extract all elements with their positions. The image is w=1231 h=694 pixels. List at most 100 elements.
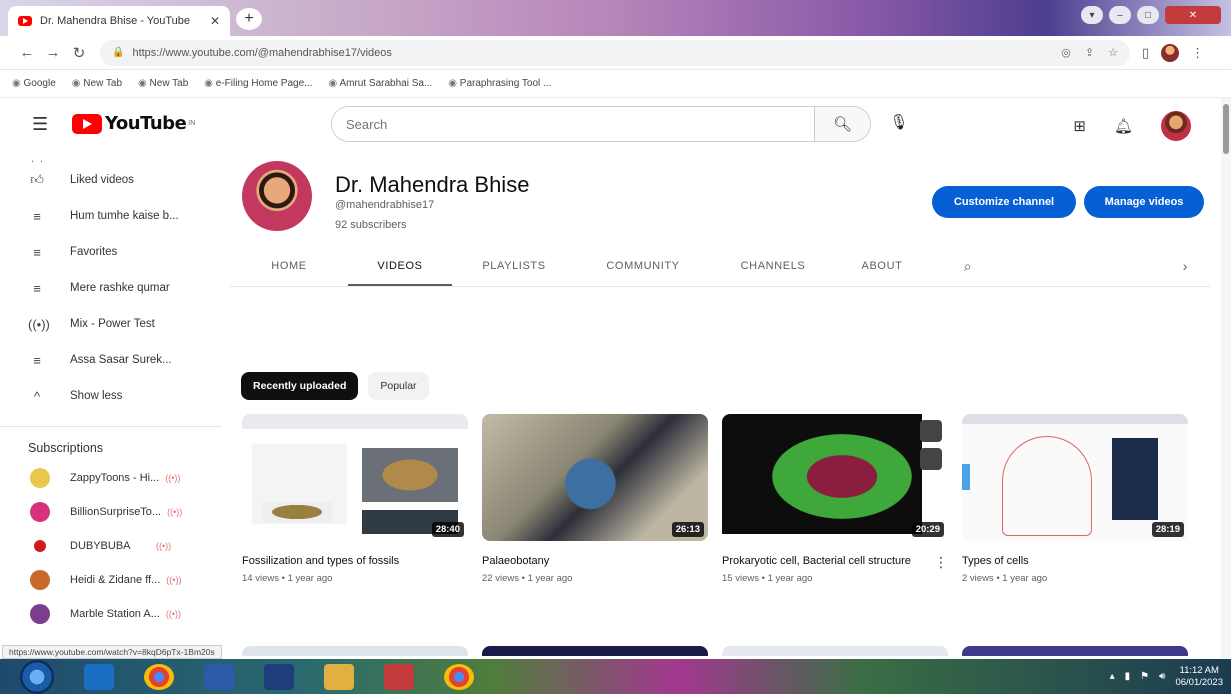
more-options-icon[interactable]: ⋮	[934, 554, 948, 571]
hamburger-menu-icon[interactable]: ☰	[32, 114, 48, 135]
chip-recently-uploaded[interactable]: Recently uploaded	[241, 372, 359, 400]
chevron-right-icon[interactable]: ›	[1008, 246, 1188, 286]
customize-channel-button[interactable]: Customize channel	[932, 186, 1076, 218]
video-title[interactable]: Types of cells	[962, 553, 1162, 569]
sidebar-item-playlist[interactable]: ≡ Assa Sasar Surek...	[0, 342, 222, 378]
tab-search-icon[interactable]: ▾	[1081, 6, 1103, 24]
forward-icon[interactable]: →	[40, 44, 66, 61]
create-video-icon[interactable]: ⊞	[1073, 117, 1086, 135]
video-meta: 15 views • 1 year ago	[722, 573, 813, 584]
sidebar-item-playlist[interactable]: ≡ Hum tumhe kaise b...	[0, 198, 222, 234]
tab-channels[interactable]: CHANNELS	[710, 246, 836, 286]
chrome-icon[interactable]	[144, 663, 174, 690]
search-input[interactable]	[332, 107, 814, 141]
watch-later-icon[interactable]	[920, 420, 942, 442]
channel-avatar-large[interactable]	[242, 161, 312, 231]
video-thumbnail-peek[interactable]	[482, 646, 708, 656]
subscription-item[interactable]: DUBYBUBA ((•))	[0, 529, 222, 563]
chevron-up-icon: ^	[33, 388, 41, 404]
window-controls: ▾ – □ ✕	[1081, 6, 1221, 24]
scrollbar-thumb[interactable]	[1223, 104, 1229, 154]
bookmark-item[interactable]: New Tab	[72, 78, 122, 89]
bookmark-item[interactable]: Paraphrasing Tool ...	[448, 78, 552, 89]
video-card[interactable]: 28:19 Types of cells 2 views • 1 year ag…	[962, 414, 1188, 584]
share-icon[interactable]: ⇪	[1085, 46, 1094, 59]
chrome-icon[interactable]	[444, 663, 474, 690]
close-window-icon[interactable]: ✕	[1165, 6, 1221, 24]
network-icon[interactable]: ▮	[1125, 671, 1131, 682]
tab-about[interactable]: ABOUT	[836, 246, 928, 286]
sidebar-item-show-less[interactable]: ^ Show less	[0, 378, 222, 414]
sidebar-item-favorites[interactable]: ≡ Favorites	[0, 234, 222, 270]
subscription-item[interactable]: BillionSurpriseTo... ((•))	[0, 495, 222, 529]
bookmark-item[interactable]: New Tab	[138, 78, 189, 89]
bookmark-item[interactable]: e-Filing Home Page...	[204, 78, 313, 89]
bookmark-star-icon[interactable]: ☆	[1108, 46, 1118, 59]
video-thumbnail[interactable]: 26:13	[482, 414, 708, 541]
address-bar[interactable]: 🔒 https://www.youtube.com/@mahendrabhise…	[100, 39, 1130, 66]
powerpoint-icon[interactable]	[384, 663, 414, 690]
lock-icon[interactable]: 🔒	[112, 47, 124, 58]
tab-videos[interactable]: VIDEOS	[348, 246, 452, 286]
tab-playlists[interactable]: PLAYLISTS	[452, 246, 576, 286]
channel-search-icon[interactable]: ⌕	[928, 246, 1008, 286]
menu-kebab-icon[interactable]: ⋮	[1191, 45, 1204, 61]
word-icon[interactable]	[204, 663, 234, 690]
tab-community[interactable]: COMMUNITY	[576, 246, 710, 286]
microphone-icon[interactable]: 🎙︎	[884, 113, 914, 137]
file-explorer-icon[interactable]	[324, 663, 354, 690]
chip-popular[interactable]: Popular	[368, 372, 429, 400]
video-card[interactable]: 20:29 Prokaryotic cell, Bacterial cell s…	[722, 414, 948, 584]
subscription-item[interactable]: Heidi & Zidane ff... ((•))	[0, 563, 222, 597]
video-title[interactable]: Palaeobotany	[482, 553, 682, 569]
add-to-queue-icon[interactable]	[920, 448, 942, 470]
internet-explorer-icon[interactable]	[84, 663, 114, 690]
new-tab-button[interactable]: +	[236, 8, 262, 30]
back-icon[interactable]: ←	[14, 44, 40, 61]
minimize-icon[interactable]: –	[1109, 6, 1131, 24]
subscription-item[interactable]: ZappyToons - Hi... ((•))	[0, 461, 222, 495]
clock[interactable]: 11:12 AM 06/01/2023	[1175, 665, 1223, 689]
video-card[interactable]: 28:40 Fossilization and types of fossils…	[242, 414, 468, 584]
side-panel-icon[interactable]: ▯	[1142, 45, 1149, 61]
logo-text: YouTube	[105, 113, 187, 134]
video-card[interactable]: 26:13 Palaeobotany 22 views • 1 year ago	[482, 414, 708, 584]
subscription-label: Marble Station A...	[70, 608, 160, 620]
reload-icon[interactable]: ↻	[66, 44, 92, 62]
video-title[interactable]: Prokaryotic cell, Bacterial cell structu…	[722, 553, 922, 569]
video-thumbnail[interactable]: 28:19	[962, 414, 1188, 541]
account-avatar[interactable]	[1161, 111, 1191, 141]
video-thumbnail[interactable]: 20:29	[722, 414, 948, 541]
bookmark-item[interactable]: Amrut Sarabhai Sa...	[329, 78, 432, 89]
video-thumbnail-peek[interactable]	[962, 646, 1188, 656]
sidebar-item-mix[interactable]: ((•)) Mix - Power Test	[0, 306, 222, 342]
tab-home[interactable]: HOME	[230, 246, 348, 286]
playlist-icon: ≡	[33, 208, 41, 224]
start-button-icon[interactable]	[20, 659, 54, 694]
video-thumbnail[interactable]: 28:40	[242, 414, 468, 541]
google-lens-icon[interactable]: ◎	[1061, 46, 1071, 59]
tab-close-icon[interactable]: ✕	[210, 14, 220, 28]
profile-avatar[interactable]	[1161, 43, 1180, 62]
sidebar-item-cut-off[interactable]: ◡	[0, 152, 222, 162]
sidebar-item-liked-videos[interactable]: 👍︎ Liked videos	[0, 162, 222, 198]
video-thumbnail-peek[interactable]	[242, 646, 468, 656]
video-title[interactable]: Fossilization and types of fossils	[242, 553, 442, 569]
tray-arrow-icon[interactable]: ▴	[1110, 671, 1115, 682]
video-duration: 28:19	[1151, 522, 1184, 537]
browser-tab[interactable]: Dr. Mahendra Bhise - YouTube ✕	[8, 6, 230, 36]
youtube-logo[interactable]: YouTube IN	[72, 113, 195, 134]
sidebar-item-playlist[interactable]: ≡ Mere rashke qumar	[0, 270, 222, 306]
search-icon[interactable]: 🔍︎	[814, 107, 870, 141]
volume-icon[interactable]: 🔊︎	[1159, 671, 1165, 682]
flag-icon[interactable]: ⚑	[1140, 671, 1149, 682]
subscription-item[interactable]: Marble Station A... ((•))	[0, 597, 222, 631]
video-thumbnail-peek[interactable]	[722, 646, 948, 656]
page-scrollbar[interactable]	[1221, 98, 1231, 658]
manage-videos-button[interactable]: Manage videos	[1084, 186, 1204, 218]
notifications-bell-icon[interactable]: 🔔︎	[1114, 117, 1133, 135]
subscription-label: Heidi & Zidane ff...	[70, 574, 161, 586]
maximize-icon[interactable]: □	[1137, 6, 1159, 24]
app-icon[interactable]	[264, 663, 294, 690]
bookmark-item[interactable]: Google	[12, 78, 56, 89]
